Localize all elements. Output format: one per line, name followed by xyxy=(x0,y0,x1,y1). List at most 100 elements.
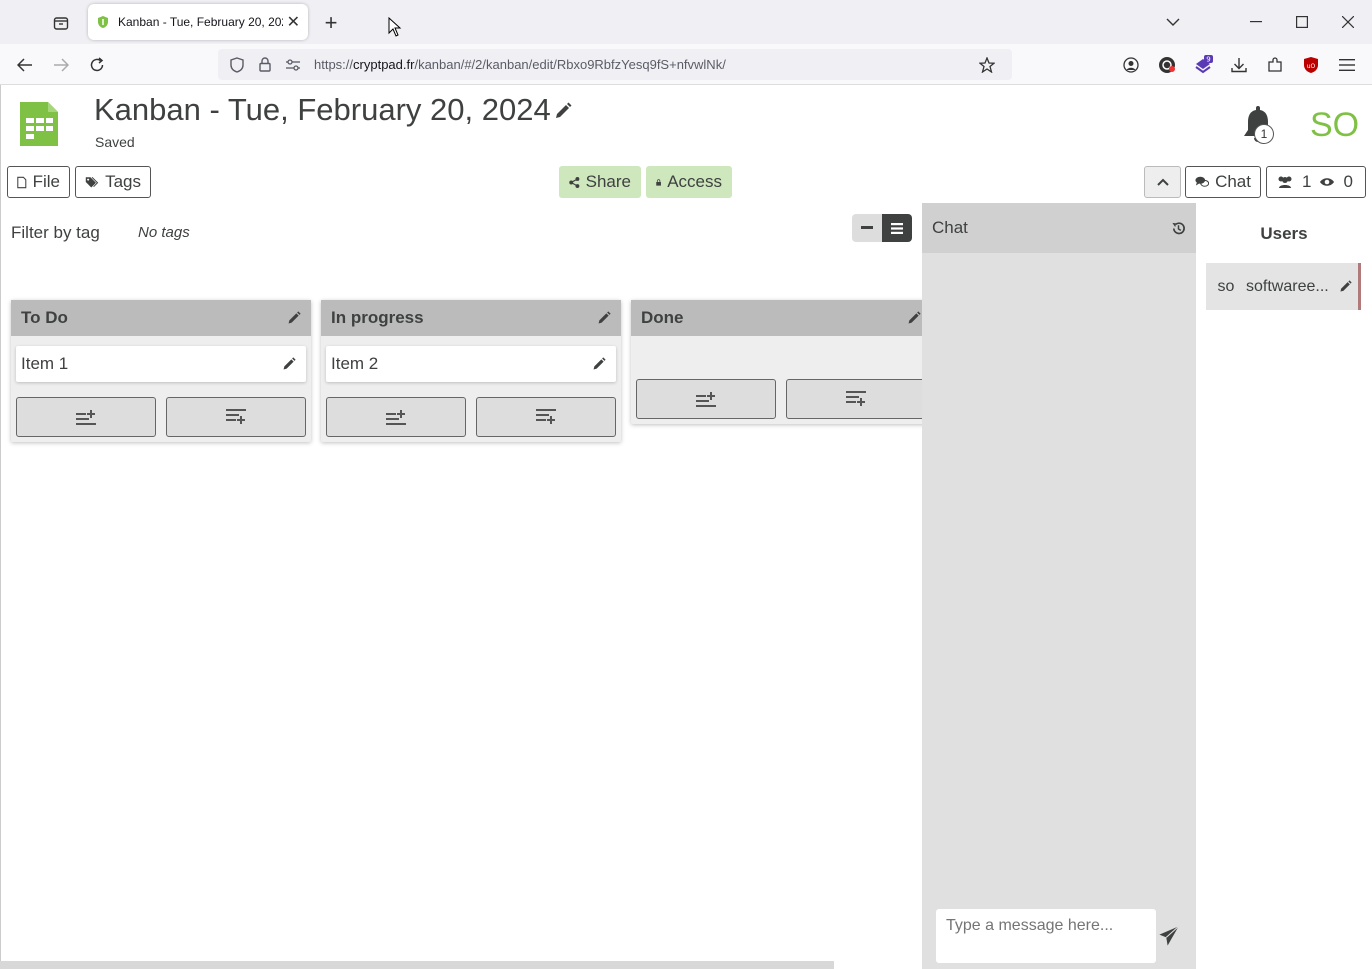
add-top-icon xyxy=(696,392,716,407)
add-item-top-button[interactable] xyxy=(636,379,776,419)
chat-panel: Chat xyxy=(922,203,1196,969)
notification-count-badge: 1 xyxy=(1254,124,1274,144)
add-item-bottom-button[interactable] xyxy=(476,397,616,437)
purple-extension-icon[interactable]: 9 xyxy=(1192,54,1214,76)
extensions-puzzle-icon[interactable] xyxy=(1264,54,1286,76)
edit-card-pencil-icon[interactable] xyxy=(592,357,606,371)
minimize-icon[interactable] xyxy=(1241,8,1271,36)
tags-icon xyxy=(85,176,99,188)
add-top-icon xyxy=(76,410,96,425)
share-icon xyxy=(569,176,580,188)
eye-icon xyxy=(1320,178,1335,186)
add-item-bottom-button[interactable] xyxy=(166,397,306,437)
kanban-column: Done xyxy=(631,300,922,424)
tab-close-icon[interactable]: ✕ xyxy=(287,12,300,32)
add-bottom-icon xyxy=(536,409,556,424)
address-bar[interactable]: https://cryptpad.fr/kanban/#/2/kanban/ed… xyxy=(218,49,1012,80)
kanban-app-logo-icon xyxy=(20,102,58,146)
card-title: Item 1 xyxy=(21,354,69,373)
tab-list-chevron-icon[interactable] xyxy=(1158,8,1188,36)
chat-message-input[interactable] xyxy=(936,909,1156,963)
edit-card-pencil-icon[interactable] xyxy=(282,357,296,371)
minus-icon xyxy=(861,226,873,229)
back-arrow-icon[interactable] xyxy=(10,50,40,80)
userlist-toggle-button[interactable]: 1 0 xyxy=(1266,166,1366,198)
send-message-icon[interactable] xyxy=(1158,925,1180,947)
full-view-button[interactable] xyxy=(882,214,912,242)
forward-arrow-icon[interactable] xyxy=(46,50,76,80)
tab-manager-icon[interactable] xyxy=(48,10,74,36)
collapse-toolbar-button[interactable] xyxy=(1144,166,1181,198)
window-close-icon[interactable] xyxy=(1333,8,1363,36)
kanban-card[interactable]: Item 2 xyxy=(326,346,616,382)
account-icon[interactable] xyxy=(1120,54,1142,76)
access-label: Access xyxy=(667,172,722,191)
mouse-cursor-icon xyxy=(388,17,402,37)
url-text: https://cryptpad.fr/kanban/#/2/kanban/ed… xyxy=(314,57,726,72)
add-item-top-button[interactable] xyxy=(326,397,466,437)
lock-icon[interactable] xyxy=(254,54,276,76)
tab-title: Kanban - Tue, February 20, 2024 xyxy=(118,15,283,29)
user-menu-avatar[interactable]: SO xyxy=(1310,106,1359,145)
column-actions xyxy=(321,382,621,442)
edit-column-pencil-icon[interactable] xyxy=(907,311,921,325)
edit-column-pencil-icon[interactable] xyxy=(597,311,611,325)
file-icon xyxy=(17,176,27,188)
column-actions xyxy=(11,382,311,442)
document-title[interactable]: Kanban - Tue, February 20, 2024 xyxy=(94,92,551,128)
card-title: Item 2 xyxy=(331,354,379,373)
chat-history-icon[interactable] xyxy=(1171,221,1186,236)
add-item-bottom-button[interactable] xyxy=(786,379,922,419)
user-editing-pencil-icon xyxy=(1340,280,1352,292)
kanban-column: In progress Item 2 xyxy=(321,300,621,442)
horizontal-scrollbar[interactable] xyxy=(0,961,834,969)
column-title: Done xyxy=(641,308,684,327)
add-bottom-icon xyxy=(846,391,866,406)
edit-column-pencil-icon[interactable] xyxy=(287,311,301,325)
filter-by-tag-label: Filter by tag xyxy=(11,223,100,242)
tracking-shield-icon[interactable] xyxy=(226,54,248,76)
chat-toggle-button[interactable]: Chat xyxy=(1185,166,1261,198)
hamburger-menu-icon[interactable] xyxy=(1336,54,1358,76)
ublock-origin-icon[interactable]: uO xyxy=(1300,54,1322,76)
user-list-item[interactable]: so softwaree... xyxy=(1206,263,1361,310)
chat-header: Chat xyxy=(922,203,1196,253)
maximize-icon[interactable] xyxy=(1287,8,1317,36)
chat-title: Chat xyxy=(932,218,968,237)
downloads-icon[interactable] xyxy=(1228,54,1250,76)
list-lines-icon xyxy=(891,222,903,234)
column-header[interactable]: To Do xyxy=(11,300,311,336)
lock-icon xyxy=(656,178,661,186)
new-tab-icon[interactable]: + xyxy=(318,10,344,36)
reload-icon[interactable] xyxy=(82,50,112,80)
tags-label: Tags xyxy=(105,172,141,191)
file-menu-button[interactable]: File xyxy=(7,166,70,198)
cryptpad-favicon-icon xyxy=(98,16,108,28)
column-title: In progress xyxy=(331,308,424,327)
share-label: Share xyxy=(585,172,631,191)
kanban-card[interactable]: Item 1 xyxy=(16,346,306,382)
add-item-top-button[interactable] xyxy=(16,397,156,437)
column-header[interactable]: Done xyxy=(631,300,922,336)
user-avatar: so xyxy=(1212,272,1240,301)
browser-nav-bar: https://cryptpad.fr/kanban/#/2/kanban/ed… xyxy=(0,44,1372,85)
column-title: To Do xyxy=(21,308,68,327)
svg-text:9: 9 xyxy=(1206,56,1210,64)
tags-button[interactable]: Tags xyxy=(75,166,151,198)
password-manager-extension-icon[interactable] xyxy=(1156,54,1178,76)
column-header[interactable]: In progress xyxy=(321,300,621,336)
share-button[interactable]: Share xyxy=(559,166,641,198)
permissions-icon[interactable] xyxy=(282,54,304,76)
bookmark-star-icon[interactable] xyxy=(976,54,998,76)
browser-tab-bar: Kanban - Tue, February 20, 2024 ✕ + xyxy=(0,0,1372,44)
chat-bubbles-icon xyxy=(1195,176,1210,187)
column-actions xyxy=(631,336,922,424)
edit-title-pencil-icon[interactable] xyxy=(554,102,572,120)
viewers-count: 0 xyxy=(1343,172,1353,191)
access-button[interactable]: Access xyxy=(646,166,732,198)
active-browser-tab[interactable]: Kanban - Tue, February 20, 2024 ✕ xyxy=(88,4,308,40)
chevron-up-icon xyxy=(1156,178,1169,186)
kanban-column: To Do Item 1 xyxy=(11,300,311,442)
compact-view-button[interactable] xyxy=(852,214,882,242)
page-border xyxy=(0,85,1,969)
